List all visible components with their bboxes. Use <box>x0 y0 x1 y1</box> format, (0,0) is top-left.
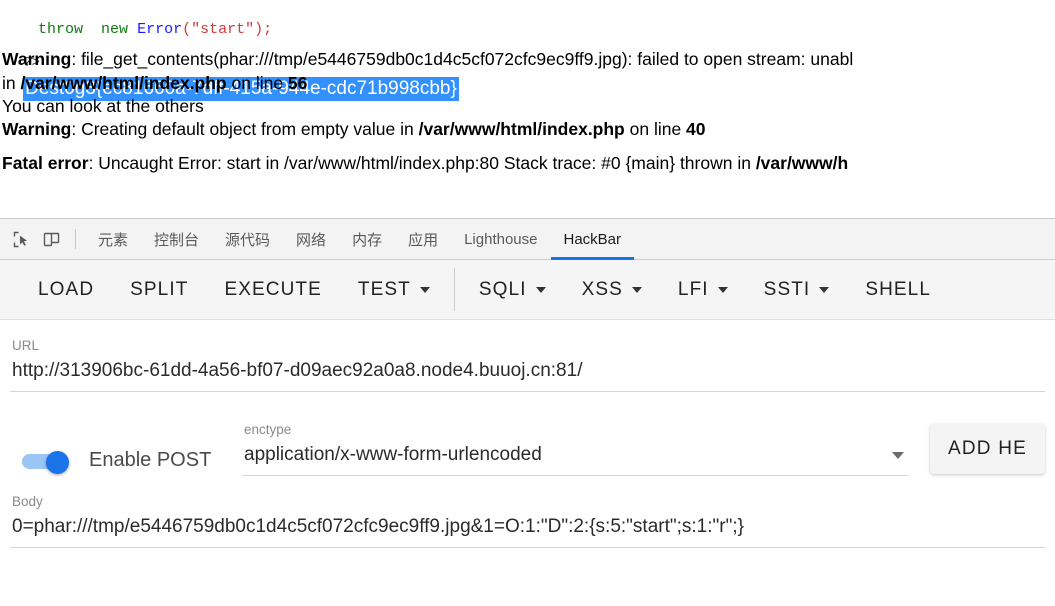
url-field-block: URL http://313906bc-61dd-4a56-bf07-d09ae… <box>10 320 1045 392</box>
inspect-element-icon[interactable] <box>6 219 36 259</box>
hackbar-shell-button[interactable]: SHELL <box>847 279 949 301</box>
toggle-switch[interactable] <box>22 450 72 474</box>
php-notice-line: You can look at the others <box>2 96 204 116</box>
enable-post-toggle[interactable]: Enable POST <box>10 449 242 476</box>
tab-console[interactable]: 控制台 <box>141 219 212 259</box>
php-fatal-error-line: Fatal error: Uncaught Error: start in /v… <box>2 153 849 173</box>
hackbar-shell-label: SHELL <box>865 278 932 300</box>
url-label: URL <box>12 338 40 353</box>
toolbar-divider <box>75 229 76 249</box>
hackbar-split-button[interactable]: SPLIT <box>112 279 206 301</box>
tab-sources[interactable]: 源代码 <box>212 219 283 259</box>
tab-console-label: 控制台 <box>154 231 200 249</box>
hackbar-execute-button[interactable]: EXECUTE <box>206 279 339 301</box>
tab-network[interactable]: 网络 <box>283 219 339 259</box>
devtools-panel: 元素 控制台 源代码 网络 内存 应用 Lighthouse HackBar L… <box>0 218 1055 606</box>
error-class-name: Error <box>137 21 183 38</box>
enctype-label: enctype <box>244 422 292 437</box>
tab-network-label: 网络 <box>296 231 327 249</box>
open-paren: ( <box>182 21 192 38</box>
hackbar-sqli-label: SQLI <box>478 278 527 300</box>
tab-lighthouse-label: Lighthouse <box>464 230 538 248</box>
hackbar-toolbar: LOAD SPLIT EXECUTE TEST SQLI XSS LFI SST… <box>0 260 1055 320</box>
tab-application-label: 应用 <box>408 231 439 249</box>
hackbar-xss-label: XSS <box>581 278 623 300</box>
body-label: Body <box>12 494 43 509</box>
chevron-down-icon <box>892 451 904 459</box>
toggle-knob <box>46 450 69 474</box>
line-spacer <box>0 141 1055 152</box>
enctype-selected-value: application/x-www-form-urlencoded <box>244 444 542 465</box>
url-input[interactable]: http://313906bc-61dd-4a56-bf07-d09aec92a… <box>10 360 1045 392</box>
hackbar-body: URL http://313906bc-61dd-4a56-bf07-d09ae… <box>0 320 1055 548</box>
chevron-down-icon <box>819 286 830 293</box>
hackbar-ssti-label: SSTI <box>763 278 811 300</box>
close-paren-semicolon: ); <box>254 21 273 38</box>
php-warning-line-1: Warning: file_get_contents(phar:///tmp/e… <box>2 49 854 69</box>
hackbar-load-button[interactable]: LOAD <box>20 279 112 301</box>
devtools-tabstrip: 元素 控制台 源代码 网络 内存 应用 Lighthouse HackBar <box>0 219 1055 260</box>
hackbar-load-label: LOAD <box>38 278 95 300</box>
body-field-block: Body 0=phar:///tmp/e5446759db0c1d4c5cf07… <box>10 476 1045 548</box>
browser-page-content: throw new Error("start"); ?> Dest0g3{ec8… <box>0 0 1055 218</box>
tab-elements-label: 元素 <box>98 231 129 249</box>
chevron-down-icon <box>419 286 430 293</box>
device-toolbar-icon[interactable] <box>36 219 66 259</box>
tab-memory[interactable]: 内存 <box>339 219 395 259</box>
body-input[interactable]: 0=phar:///tmp/e5446759db0c1d4c5cf072cfc9… <box>10 516 1045 548</box>
chevron-down-icon <box>535 286 546 293</box>
keyword-new: new <box>101 21 129 38</box>
chevron-down-icon <box>717 286 728 293</box>
enctype-field-block: enctype application/x-www-form-urlencode… <box>242 422 908 476</box>
hackbar-test-button[interactable]: TEST <box>340 279 448 301</box>
tab-lighthouse[interactable]: Lighthouse <box>451 219 550 259</box>
hackbar-test-label: TEST <box>357 278 411 300</box>
hackbar-toolbar-divider <box>453 268 455 311</box>
hackbar-sqli-button[interactable]: SQLI <box>461 279 564 301</box>
tab-sources-label: 源代码 <box>225 231 271 249</box>
chevron-down-icon <box>631 286 642 293</box>
js-error-code-line: throw new Error("start"); <box>0 0 1055 38</box>
hackbar-lfi-label: LFI <box>677 278 709 300</box>
hackbar-execute-label: EXECUTE <box>224 278 322 300</box>
add-header-button[interactable]: ADD HE <box>930 424 1045 474</box>
hackbar-split-label: SPLIT <box>130 278 189 300</box>
enable-post-label: Enable POST <box>89 449 212 471</box>
hackbar-ssti-button[interactable]: SSTI <box>746 279 848 301</box>
error-message-string: "start" <box>191 21 255 38</box>
tab-hackbar-label: HackBar <box>563 230 622 248</box>
php-warning-line-1-cont: in /var/www/html/index.php on line 56 <box>2 73 308 93</box>
php-warning-line-2: Warning: Creating default object from em… <box>2 119 706 139</box>
keyword-throw: throw <box>38 21 84 38</box>
hackbar-xss-button[interactable]: XSS <box>564 279 660 301</box>
enctype-select[interactable]: application/x-www-form-urlencoded <box>242 444 908 476</box>
tab-elements[interactable]: 元素 <box>85 219 141 259</box>
tab-application[interactable]: 应用 <box>395 219 451 259</box>
tab-memory-label: 内存 <box>352 231 383 249</box>
hackbar-lfi-button[interactable]: LFI <box>660 279 746 301</box>
post-settings-row: Enable POST enctype application/x-www-fo… <box>10 392 1045 476</box>
tab-hackbar[interactable]: HackBar <box>550 219 635 260</box>
